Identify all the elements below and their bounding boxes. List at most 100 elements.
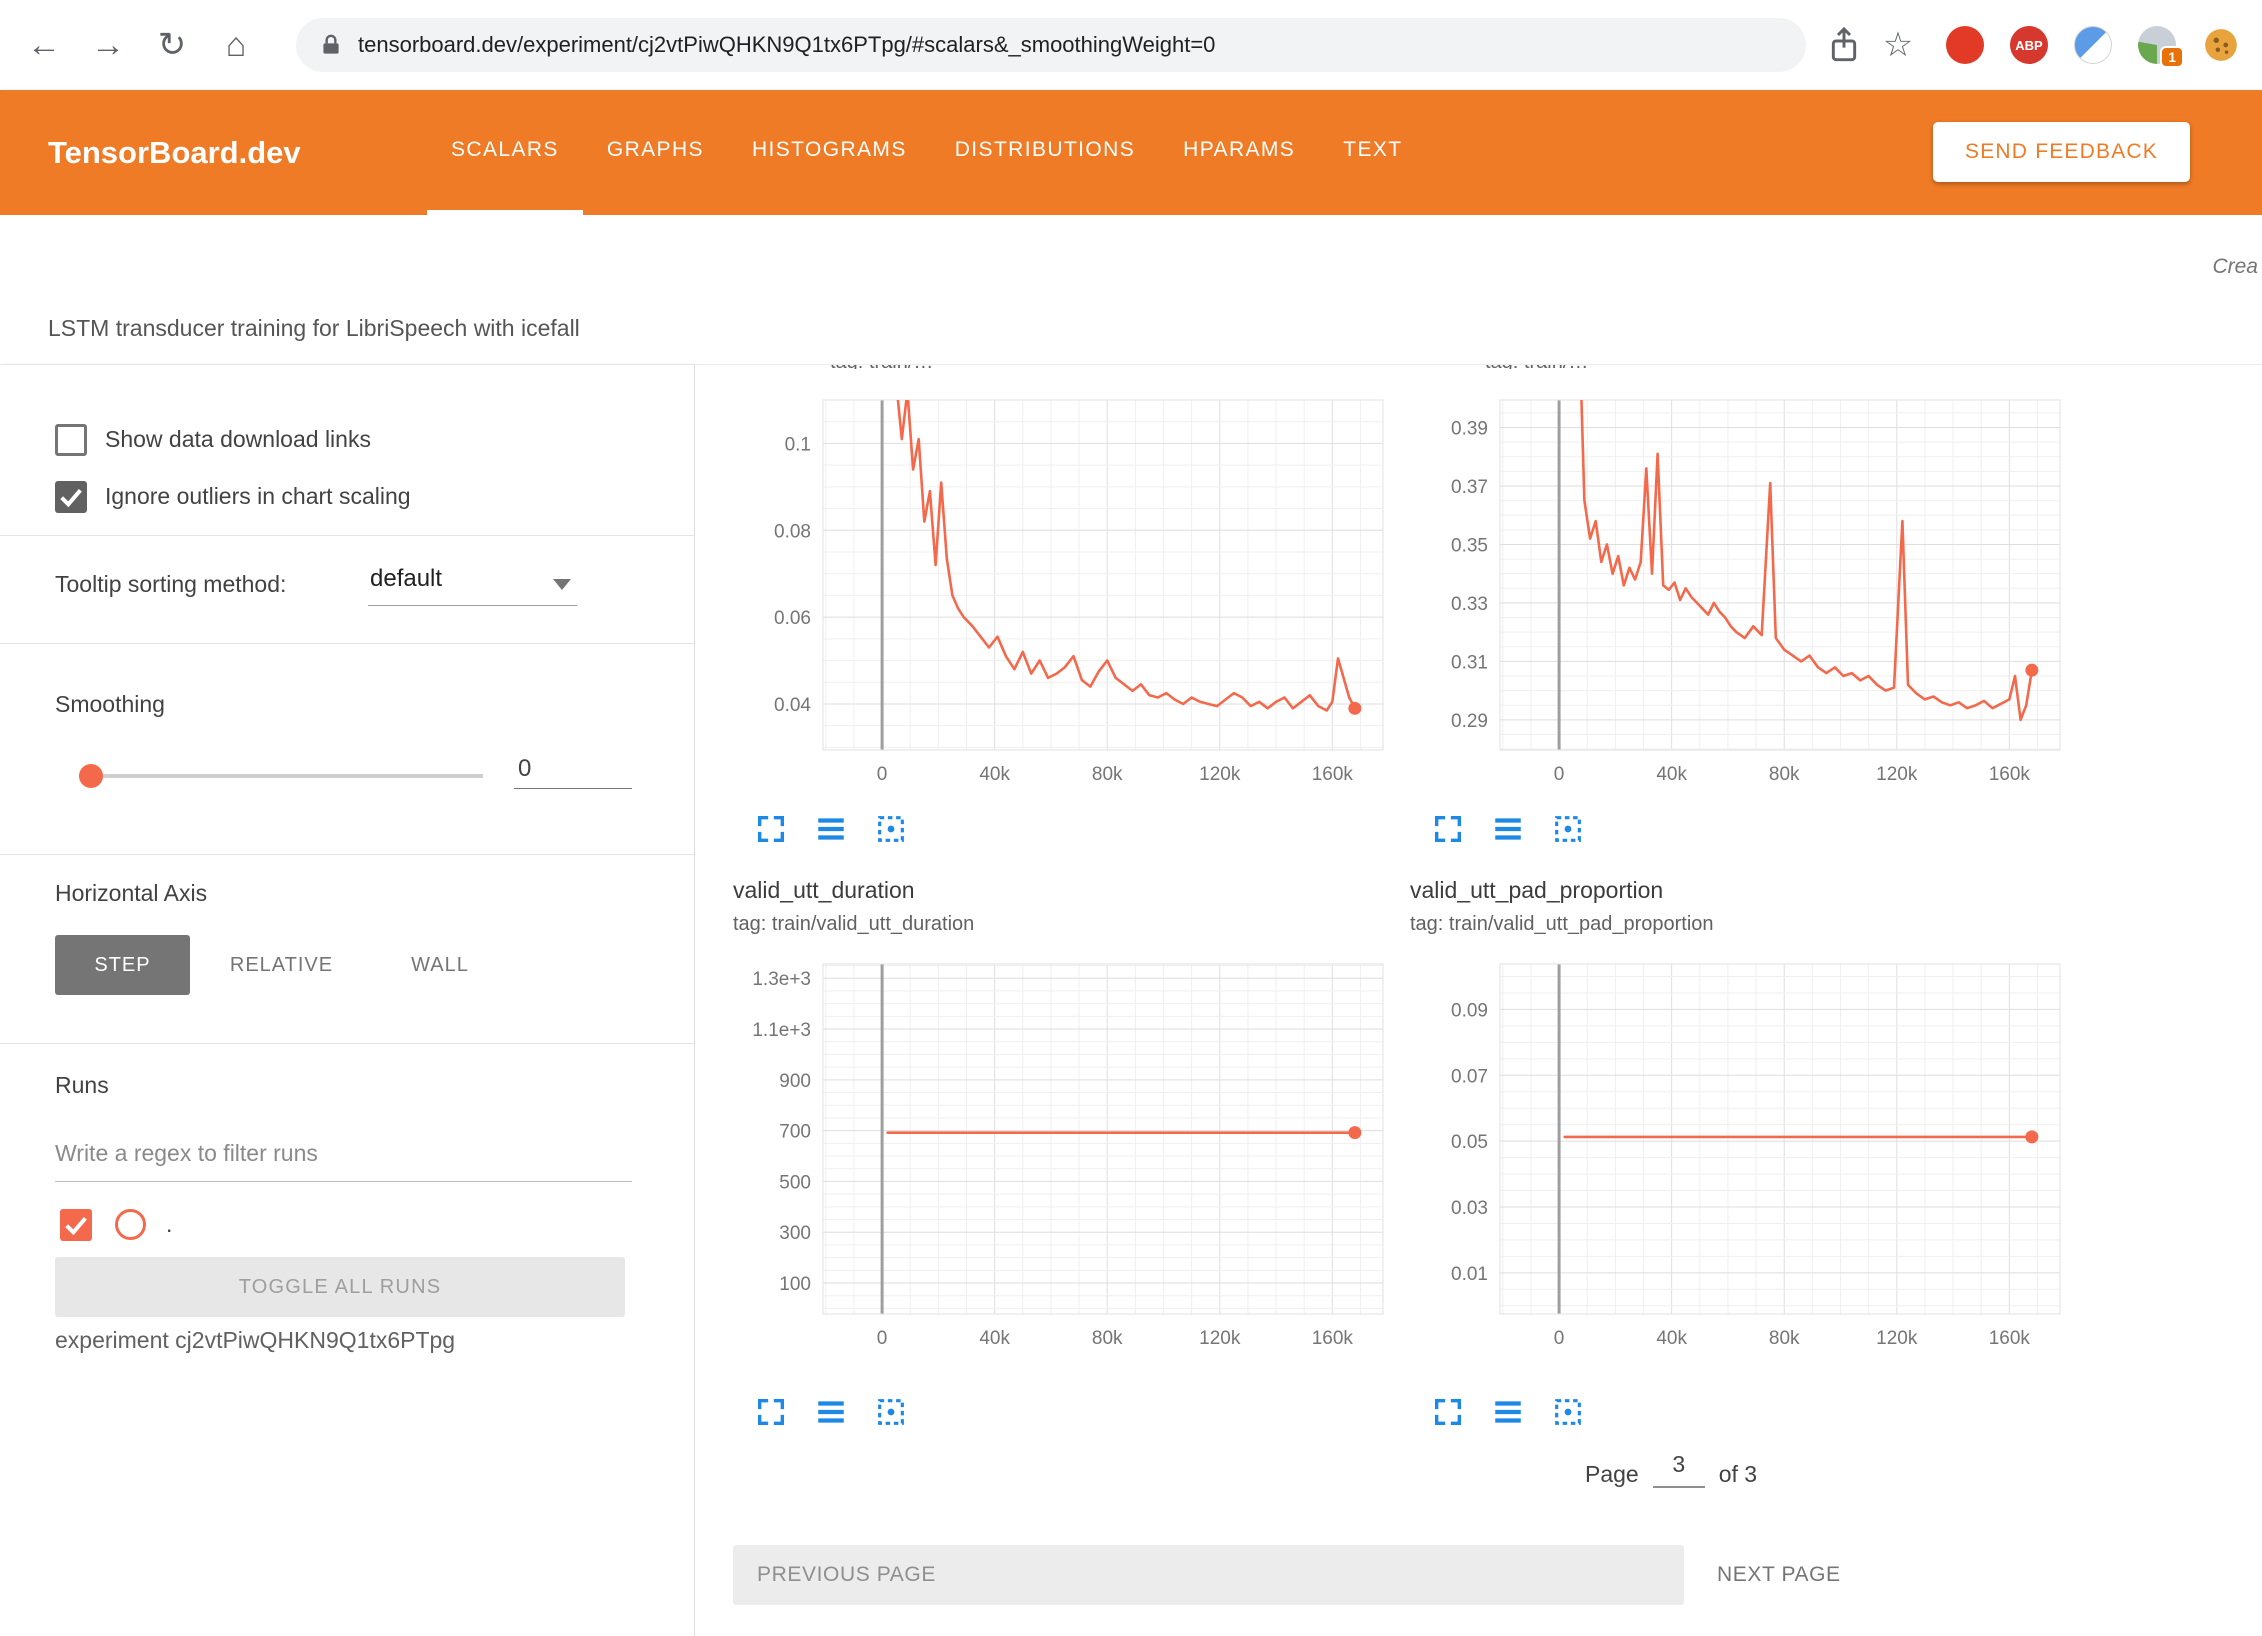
run-checkbox[interactable] xyxy=(60,1209,92,1241)
runs-filter-input[interactable] xyxy=(55,1125,632,1182)
svg-text:0.33: 0.33 xyxy=(1451,594,1488,615)
smoothing-value[interactable]: 0 xyxy=(514,751,632,789)
tab-histograms[interactable]: HISTOGRAMS xyxy=(728,90,931,215)
url-bar[interactable]: tensorboard.dev/experiment/cj2vtPiwQHKN9… xyxy=(296,18,1806,72)
created-text: Crea xyxy=(2212,255,2258,279)
tab-scalars[interactable]: SCALARS xyxy=(427,90,583,215)
ignore-outliers-checkbox[interactable] xyxy=(55,481,87,513)
extension-badge: 1 xyxy=(2160,46,2184,68)
fit-domain-icon[interactable] xyxy=(1551,1395,1585,1429)
app-logo: TensorBoard.dev xyxy=(48,135,301,171)
runs-list-icon[interactable] xyxy=(814,812,848,846)
back-icon[interactable]: ← xyxy=(22,23,66,67)
runs-list-icon[interactable] xyxy=(814,1395,848,1429)
bookmark-star-icon[interactable]: ☆ xyxy=(1876,23,1920,67)
settings-sidebar: Show data download links Ignore outliers… xyxy=(0,365,695,1636)
fit-domain-icon[interactable] xyxy=(874,812,908,846)
tab-distributions[interactable]: DISTRIBUTIONS xyxy=(931,90,1159,215)
svg-text:160k: 160k xyxy=(1312,764,1354,785)
charts-panel: tag: train/… 0.040.060.080.1040k80k120k1… xyxy=(695,365,2262,1636)
svg-text:0: 0 xyxy=(1554,1328,1565,1349)
next-page-button[interactable]: NEXT PAGE xyxy=(1717,1545,1841,1605)
tooltip-sorting-value: default xyxy=(370,565,442,593)
svg-text:700: 700 xyxy=(779,1122,811,1143)
svg-text:40k: 40k xyxy=(979,1328,1010,1349)
chart-tag: tag: train/valid_utt_pad_proportion xyxy=(1410,913,1714,936)
tab-graphs[interactable]: GRAPHS xyxy=(583,90,728,215)
blue-extension-icon[interactable] xyxy=(2074,26,2112,64)
previous-page-button[interactable]: PREVIOUS PAGE xyxy=(733,1545,1684,1605)
scalar-chart[interactable]: 0.040.060.080.1040k80k120k160k xyxy=(733,392,1393,790)
experiment-name: experiment cj2vtPiwQHKN9Q1tx6PTpg xyxy=(55,1327,455,1354)
fit-domain-icon[interactable] xyxy=(874,1395,908,1429)
svg-text:0.01: 0.01 xyxy=(1451,1264,1488,1285)
run-color-swatch[interactable] xyxy=(115,1209,146,1240)
page-label: Page xyxy=(1585,1461,1639,1488)
refresh-icon[interactable]: ↻ xyxy=(150,23,194,67)
profile-extension-icon[interactable]: 1 xyxy=(2138,26,2176,64)
chevron-down-icon xyxy=(553,579,571,590)
axis-wall-button[interactable]: WALL xyxy=(405,935,475,995)
svg-text:80k: 80k xyxy=(1769,764,1800,785)
fullscreen-icon[interactable] xyxy=(754,812,788,846)
fullscreen-icon[interactable] xyxy=(1431,1395,1465,1429)
axis-relative-button[interactable]: RELATIVE xyxy=(224,935,339,995)
chart-tag-clipped: tag: train/… xyxy=(1485,365,1905,369)
page-input[interactable] xyxy=(1653,1451,1705,1488)
svg-text:80k: 80k xyxy=(1092,764,1123,785)
svg-text:0.37: 0.37 xyxy=(1451,477,1488,498)
svg-text:80k: 80k xyxy=(1769,1328,1800,1349)
svg-text:80k: 80k xyxy=(1092,1328,1123,1349)
chart-tag-clipped: tag: train/… xyxy=(830,365,1250,369)
tab-text[interactable]: TEXT xyxy=(1319,90,1426,215)
page: ← → ↻ ⌂ tensorboard.dev/experiment/cj2vt… xyxy=(0,0,2262,1636)
tab-hparams[interactable]: HPARAMS xyxy=(1159,90,1319,215)
send-feedback-button[interactable]: SEND FEEDBACK xyxy=(1933,122,2190,182)
svg-text:0: 0 xyxy=(1554,764,1565,785)
show-download-checkbox[interactable] xyxy=(55,424,87,456)
svg-text:40k: 40k xyxy=(1656,1328,1687,1349)
runs-list-icon[interactable] xyxy=(1491,1395,1525,1429)
svg-text:0.04: 0.04 xyxy=(774,695,811,716)
chart-toolbar xyxy=(1431,812,1585,846)
toggle-all-runs-button[interactable]: TOGGLE ALL RUNS xyxy=(55,1257,625,1317)
scalar-chart[interactable]: 0.010.030.050.070.09040k80k120k160k xyxy=(1410,956,2070,1354)
svg-text:160k: 160k xyxy=(1989,1328,2031,1349)
fullscreen-icon[interactable] xyxy=(1431,812,1465,846)
share-icon[interactable] xyxy=(1824,25,1864,65)
svg-text:0.09: 0.09 xyxy=(1451,1000,1488,1021)
svg-text:0.07: 0.07 xyxy=(1451,1066,1488,1087)
scalar-chart[interactable]: 0.290.310.330.350.370.39040k80k120k160k xyxy=(1410,392,2070,790)
svg-text:40k: 40k xyxy=(1656,764,1687,785)
smoothing-slider[interactable] xyxy=(79,764,483,788)
chart-toolbar xyxy=(1431,1395,1585,1429)
svg-text:120k: 120k xyxy=(1876,764,1918,785)
axis-step-button[interactable]: STEP xyxy=(55,935,190,995)
scalar-chart[interactable]: 1003005007009001.1e+31.3e+3040k80k120k16… xyxy=(733,956,1393,1354)
divider xyxy=(0,1043,694,1044)
home-icon[interactable]: ⌂ xyxy=(214,23,258,67)
runs-list-icon[interactable] xyxy=(1491,812,1525,846)
chart-card: valid_utt_pad_proportion tag: train/vali… xyxy=(1410,877,2070,1636)
svg-text:900: 900 xyxy=(779,1071,811,1092)
svg-text:0.03: 0.03 xyxy=(1451,1198,1488,1219)
adblock-extension-icon[interactable] xyxy=(1946,26,1984,64)
chart-card: valid_utt_duration tag: train/valid_utt_… xyxy=(733,877,1393,1636)
horizontal-axis-label: Horizontal Axis xyxy=(55,880,207,907)
svg-text:160k: 160k xyxy=(1312,1328,1354,1349)
slider-thumb[interactable] xyxy=(79,764,103,788)
url-text: tensorboard.dev/experiment/cj2vtPiwQHKN9… xyxy=(358,32,1215,58)
slider-track[interactable] xyxy=(79,774,483,778)
fit-domain-icon[interactable] xyxy=(1551,812,1585,846)
chart-title: valid_utt_duration xyxy=(733,877,915,904)
svg-text:1.3e+3: 1.3e+3 xyxy=(752,969,811,990)
chart-toolbar xyxy=(754,1395,908,1429)
runs-label: Runs xyxy=(55,1072,109,1099)
smoothing-label: Smoothing xyxy=(55,691,165,718)
forward-icon[interactable]: → xyxy=(86,23,130,67)
fullscreen-icon[interactable] xyxy=(754,1395,788,1429)
abp-extension-icon[interactable]: ABP xyxy=(2010,26,2048,64)
browser-toolbar: ← → ↻ ⌂ tensorboard.dev/experiment/cj2vt… xyxy=(0,0,2262,90)
cookie-extension-icon[interactable] xyxy=(2202,26,2240,64)
tooltip-sorting-dropdown[interactable]: default xyxy=(368,561,577,606)
